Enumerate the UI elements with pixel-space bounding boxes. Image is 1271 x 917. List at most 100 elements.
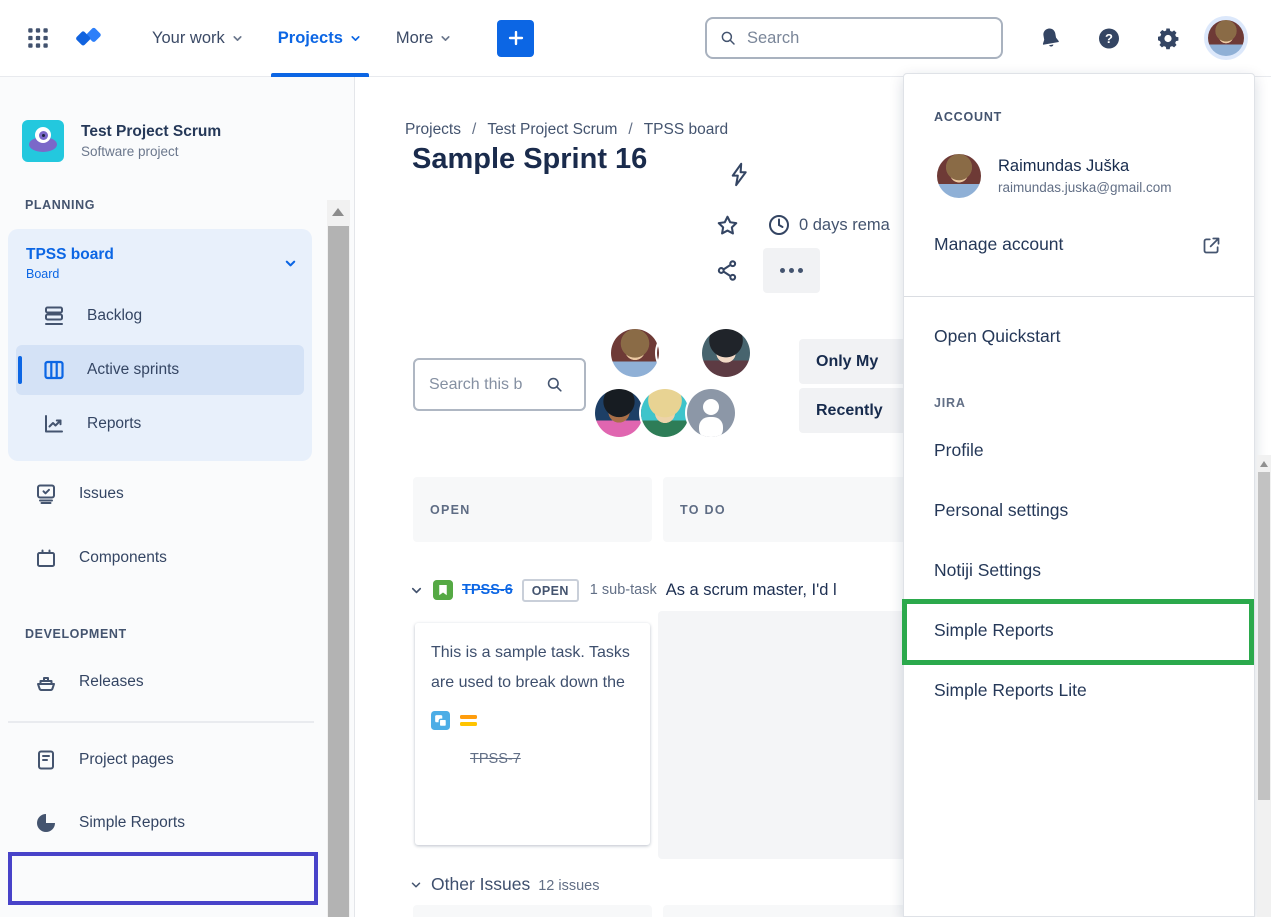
subtask-icon (431, 711, 450, 730)
filter-label: Recently (816, 402, 883, 420)
assignee-avatar[interactable] (431, 745, 459, 773)
story-icon (433, 580, 453, 600)
svg-text:?: ? (1105, 31, 1113, 46)
menu-item-personal-settings[interactable]: Personal settings (934, 500, 1068, 521)
sidebar-item-reports[interactable]: Reports (8, 399, 312, 449)
share-icon[interactable] (715, 258, 740, 283)
clock-icon (767, 213, 791, 237)
page-scrollbar[interactable] (1257, 455, 1271, 917)
sidebar-item-label: Releases (79, 673, 144, 691)
nav-your-work[interactable]: Your work (135, 0, 261, 77)
search-icon (719, 29, 737, 47)
other-issues-count: 12 issues (538, 878, 599, 894)
avatar-member-2[interactable] (657, 329, 705, 377)
notifications-bell-icon[interactable] (1036, 24, 1064, 52)
menu-item-profile[interactable]: Profile (934, 440, 984, 461)
nav-projects[interactable]: Projects (261, 0, 379, 77)
more-actions-button[interactable] (763, 248, 820, 293)
project-header[interactable]: Test Project Scrum Software project (0, 77, 354, 162)
planning-section-header: PLANNING (0, 198, 354, 212)
sidebar-item-project-pages[interactable]: Project pages (0, 735, 354, 785)
menu-item-notiji-settings[interactable]: Notiji Settings (934, 560, 1041, 581)
card-summary: This is a sample task. Tasks are used to… (431, 638, 634, 698)
sidebar-scrollbar-thumb[interactable] (328, 226, 349, 917)
app-switcher-icon[interactable] (25, 25, 51, 51)
avatar-member-1[interactable] (611, 329, 659, 377)
account-user: Raimundas Juška raimundas.juska@gmail.co… (937, 154, 1172, 198)
breadcrumb-project[interactable]: Test Project Scrum (487, 121, 617, 139)
nav-projects-label: Projects (278, 29, 343, 48)
sidebar-item-backlog[interactable]: Backlog (8, 291, 312, 341)
project-name: Test Project Scrum (81, 123, 221, 141)
sidebar-item-label: Simple Reports (79, 814, 185, 832)
board-group-subtitle: Board (26, 267, 114, 281)
sidebar-item-components[interactable]: Components (0, 533, 354, 583)
sidebar-scrollbar[interactable] (327, 200, 350, 917)
avatar-member-3[interactable] (702, 329, 750, 377)
board-search-input[interactable] (429, 376, 545, 394)
scroll-up-arrow-icon[interactable] (332, 208, 344, 216)
global-search-input[interactable] (747, 29, 967, 48)
menu-item-open-quickstart[interactable]: Open Quickstart (934, 326, 1060, 347)
menu-item-simple-reports-lite[interactable]: Simple Reports Lite (934, 680, 1087, 701)
status-lozenge: OPEN (522, 579, 579, 602)
sidebar-divider (8, 721, 314, 723)
avatar-unassigned[interactable] (687, 389, 735, 437)
breadcrumb: Projects / Test Project Scrum / TPSS boa… (405, 121, 728, 139)
breadcrumb-projects[interactable]: Projects (405, 121, 461, 139)
board-columns-icon (42, 358, 66, 382)
avatar-member-5[interactable] (641, 389, 689, 437)
search-icon (545, 375, 564, 394)
chevron-down-icon[interactable] (409, 878, 423, 892)
swimlane-header: TPSS-6 OPEN 1 sub-task As a scrum master… (409, 575, 837, 605)
board-group: TPSS board Board Backlog Active sprints … (8, 229, 312, 461)
sidebar-item-issues[interactable]: Issues (0, 469, 354, 519)
annotation-box-sidebar-simple-reports (8, 852, 318, 905)
global-search[interactable] (705, 17, 1003, 59)
menu-divider (904, 296, 1254, 297)
lightning-bolt-icon[interactable] (726, 161, 753, 188)
sidebar-item-label: Backlog (87, 307, 142, 325)
card-issue-key: TPSS-7 (470, 751, 521, 767)
issue-key-link[interactable]: TPSS-6 (462, 582, 513, 598)
menu-item-manage-account[interactable]: Manage account (934, 234, 1063, 255)
user-avatar[interactable] (1204, 16, 1248, 60)
subtask-count: 1 sub-task (590, 582, 657, 598)
sidebar-item-releases[interactable]: Releases (0, 657, 354, 707)
issue-card[interactable]: This is a sample task. Tasks are used to… (415, 623, 650, 845)
sidebar-item-label: Components (79, 549, 167, 567)
card-footer: TPSS-7 (431, 745, 634, 773)
chevron-down-icon (231, 32, 244, 45)
star-icon[interactable] (715, 213, 740, 238)
sidebar-item-active-sprints[interactable]: Active sprints (16, 345, 304, 395)
board-switcher[interactable]: TPSS board Board (8, 238, 312, 291)
releases-ship-icon (34, 670, 58, 694)
breadcrumb-board[interactable]: TPSS board (644, 121, 728, 139)
jira-section-header: JIRA (934, 396, 966, 410)
account-email: raimundas.juska@gmail.com (998, 180, 1172, 195)
board-search[interactable] (413, 358, 586, 411)
breadcrumb-separator: / (628, 121, 632, 139)
top-navigation-bar: Your work Projects More ? (0, 0, 1271, 77)
column-header-open: OPEN (413, 477, 652, 542)
menu-item-simple-reports[interactable]: Simple Reports (934, 620, 1054, 641)
other-issues-header: Other Issues 12 issues (409, 874, 599, 895)
create-button[interactable] (497, 20, 534, 57)
nav-more[interactable]: More (379, 0, 470, 77)
nav-your-work-label: Your work (152, 29, 225, 48)
scroll-up-arrow-icon[interactable] (1260, 461, 1268, 467)
project-sidebar: Test Project Scrum Software project PLAN… (0, 77, 355, 917)
help-icon[interactable]: ? (1097, 26, 1121, 50)
chevron-down-icon[interactable] (409, 583, 424, 598)
page-scrollbar-thumb[interactable] (1258, 472, 1270, 800)
jira-logo-icon[interactable] (73, 23, 103, 53)
sidebar-item-simple-reports[interactable]: Simple Reports (0, 798, 354, 848)
settings-gear-icon[interactable] (1156, 26, 1180, 50)
avatar-member-4[interactable] (595, 389, 643, 437)
external-link-icon (1201, 235, 1222, 256)
sidebar-item-label: Project pages (79, 751, 174, 769)
filter-label: Only My (816, 353, 878, 371)
account-menu-panel: ACCOUNT Raimundas Juška raimundas.juska@… (903, 73, 1255, 917)
column-name: TO DO (680, 503, 726, 517)
breadcrumb-separator: / (472, 121, 476, 139)
